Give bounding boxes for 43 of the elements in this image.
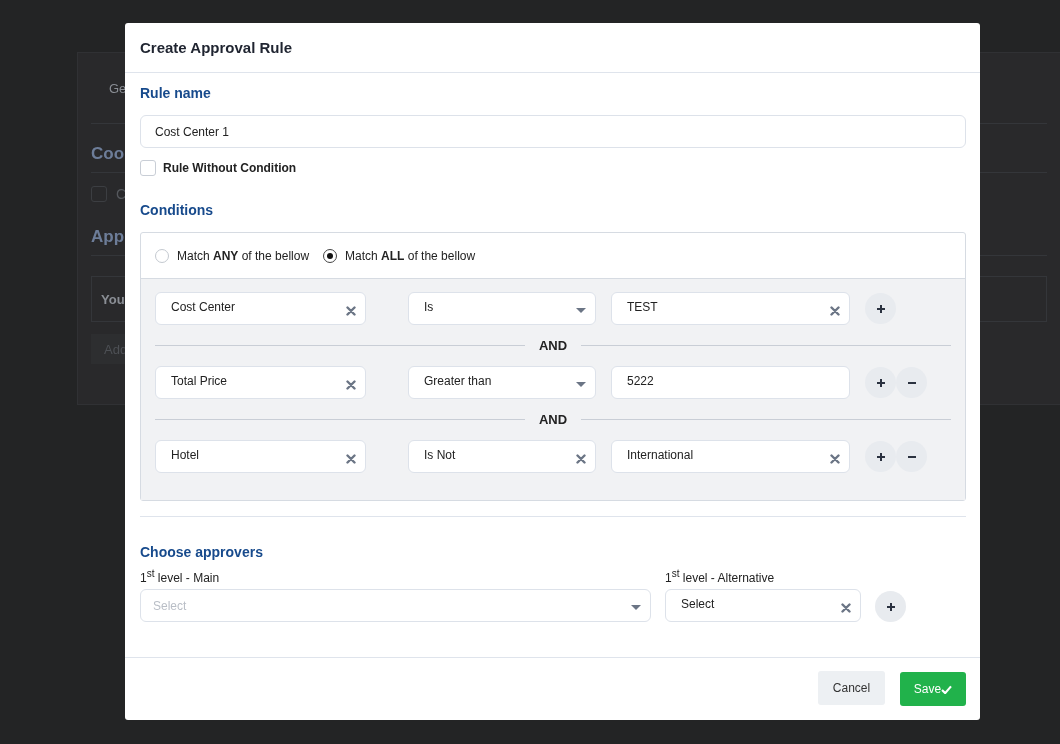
select-field[interactable]: Total Price: [155, 366, 366, 399]
clear-icon[interactable]: [830, 454, 840, 464]
background-tab[interactable]: Ge: [109, 80, 127, 96]
add-condition-button[interactable]: [865, 293, 896, 324]
add-condition-button[interactable]: [865, 367, 896, 398]
cancel-button[interactable]: Cancel: [818, 670, 885, 705]
checkbox-label: Rule Without Condition: [163, 161, 297, 175]
clear-icon[interactable]: [346, 306, 356, 316]
field-label: 1$^{st}$ level - Main: [140, 568, 221, 585]
background-row-text: You: [101, 291, 125, 307]
plus-icon: [875, 377, 886, 388]
select-field[interactable]: Hotel: [155, 440, 366, 473]
add-approver-button[interactable]: [875, 591, 906, 622]
select-field[interactable]: Is: [408, 292, 596, 325]
clear-icon[interactable]: [346, 454, 356, 464]
approver-select[interactable]: Select: [665, 589, 861, 622]
section-heading: Choose approvers: [140, 544, 264, 560]
value-field[interactable]: 5222: [611, 366, 850, 399]
plus-icon: [885, 601, 896, 612]
clear-icon[interactable]: [346, 380, 356, 390]
check-icon: [941, 684, 953, 694]
select-field[interactable]: Is Not: [408, 440, 596, 473]
and-connector: AND: [537, 412, 569, 427]
select-field[interactable]: Cost Center: [155, 292, 366, 325]
select-field[interactable]: TEST: [611, 292, 850, 325]
field-label: 1$^{st}$ level - Alternative: [665, 568, 776, 585]
caret-icon: [576, 308, 586, 314]
clear-icon[interactable]: [576, 454, 586, 464]
dialog-title: Create Approval Rule: [140, 39, 292, 56]
checkbox[interactable]: [140, 160, 156, 176]
clear-icon[interactable]: [830, 306, 840, 316]
section-heading: Rule name: [140, 85, 212, 101]
clear-icon[interactable]: [841, 603, 851, 613]
caret-icon: [631, 605, 641, 611]
rule-name-field[interactable]: Cost Center 1: [140, 115, 966, 148]
plus-icon: [875, 451, 886, 462]
section-heading: Conditions: [140, 202, 215, 218]
plus-icon: [875, 303, 886, 314]
add-condition-button[interactable]: [865, 441, 896, 472]
caret-icon: [576, 382, 586, 388]
select-field[interactable]: International: [611, 440, 850, 473]
and-connector: AND: [537, 338, 569, 353]
select-field[interactable]: Greater than: [408, 366, 596, 399]
